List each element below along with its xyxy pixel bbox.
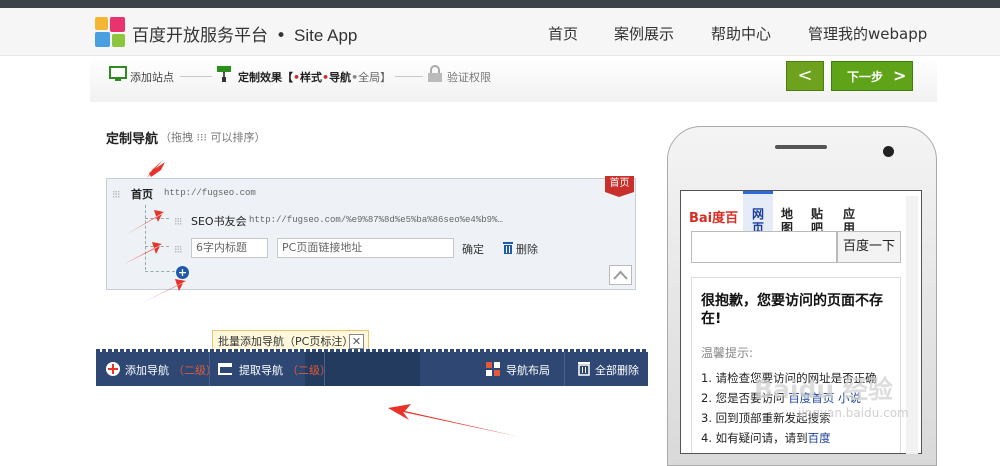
- trash-icon: [578, 362, 590, 376]
- phone-error-title: 很抱歉，您要访问的页面不存在!: [701, 293, 883, 327]
- phone-search-input[interactable]: [691, 231, 837, 263]
- tooltip-text: 批量添加导航（PC页标注）: [218, 335, 354, 348]
- baidu-logo: Bai度百: [689, 211, 739, 226]
- phone-tip-4: 4. 如有疑问请，请到百度: [701, 431, 831, 445]
- red-arrow-icon: [149, 162, 165, 177]
- nav-toolbar: 添加导航 （二级） 提取导航 （二级） 导航布局 全部删除: [96, 349, 648, 386]
- delete-all-button[interactable]: 全部删除: [595, 362, 639, 378]
- watermark-url: jingyan.baidu.com: [798, 406, 909, 420]
- extract-nav-label: 提取导航: [239, 364, 283, 377]
- red-arrow-icon: [124, 242, 162, 264]
- add-nav-label: 添加导航: [125, 364, 169, 377]
- nav-layout-button[interactable]: 导航布局: [506, 362, 550, 378]
- phone-search-button[interactable]: 百度一下: [837, 231, 901, 263]
- watermark: Baidu 经验: [754, 375, 893, 404]
- phone-camera: [883, 146, 894, 157]
- add-nav-level: （二级）: [173, 364, 217, 377]
- extract-nav-button[interactable]: 提取导航 （二级）: [239, 362, 331, 378]
- red-arrow-icon: [142, 279, 186, 303]
- close-icon[interactable]: ✕: [349, 334, 364, 349]
- add-circle-icon: [106, 362, 120, 376]
- phone-hint: 温馨提示:: [701, 346, 754, 360]
- add-nav-button[interactable]: 添加导航 （二级）: [125, 362, 217, 378]
- phone-speaker: [775, 145, 827, 149]
- extract-icon: [218, 363, 232, 375]
- layout-grid-icon: [486, 362, 500, 376]
- red-arrow-icon: [124, 210, 164, 236]
- red-arrow-icon: [388, 404, 520, 437]
- phone-error-card: 很抱歉，您要访问的页面不存在! 温馨提示: 1. 请检查您要访问的网址是否正确 …: [691, 277, 901, 453]
